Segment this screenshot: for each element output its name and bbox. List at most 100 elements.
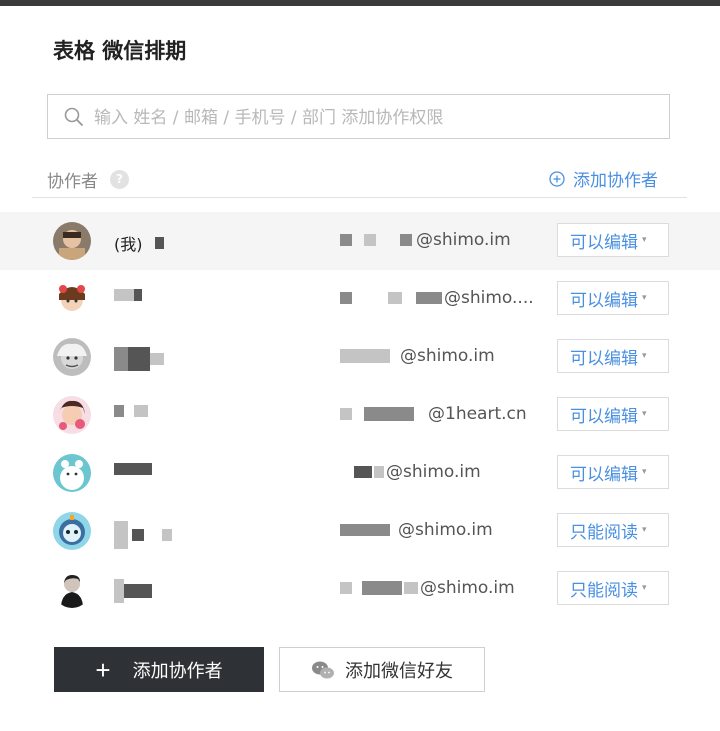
email-domain: @1heart.cn [428, 404, 527, 424]
email-domain: @shimo.im [400, 346, 495, 366]
question-icon[interactable]: ? [110, 170, 129, 189]
caret-down-icon: ▾ [642, 467, 647, 477]
caret-down-icon: ▾ [642, 583, 647, 593]
permission-label: 可以编辑 [570, 232, 638, 253]
redacted-email [416, 292, 442, 304]
collaborators-label: 协作者 [47, 172, 98, 192]
avatar [53, 222, 91, 260]
redacted-email [374, 466, 384, 478]
permission-dropdown[interactable]: 可以编辑 ▾ [557, 281, 669, 315]
redacted-name [114, 347, 128, 371]
email-domain: @shimo.im [416, 230, 511, 250]
redacted-name [134, 405, 148, 417]
redacted-email [340, 582, 352, 594]
divider [32, 197, 687, 198]
collaborator-name [114, 579, 152, 603]
email-domain: @shimo.im [420, 578, 515, 598]
redacted-email [340, 524, 390, 536]
caret-down-icon: ▾ [642, 525, 647, 535]
top-window-strip [0, 0, 720, 6]
collaborator-name [114, 463, 152, 475]
redacted-name [114, 289, 134, 301]
redacted-name [128, 347, 150, 371]
add-collaborator-button-label: 添加协作者 [132, 660, 223, 681]
add-collaborator-button[interactable]: + 添加协作者 [54, 647, 264, 692]
permission-dropdown[interactable]: 可以编辑 ▾ [557, 339, 669, 373]
caret-down-icon: ▾ [642, 235, 647, 245]
search-input[interactable] [92, 95, 656, 140]
plus-icon: + [95, 654, 111, 685]
permission-dropdown[interactable]: 可以编辑 ▾ [557, 397, 669, 431]
collaborator-row: @shimo.im 只能阅读 ▾ [0, 560, 720, 618]
collaborator-email: @shimo.... [340, 288, 534, 308]
collaborator-name: (我) [114, 231, 164, 255]
permission-label: 只能阅读 [570, 580, 638, 601]
permission-dropdown[interactable]: 只能阅读 ▾ [557, 513, 669, 547]
collaborator-row: @shimo.im 只能阅读 ▾ [0, 502, 720, 560]
redacted-name [114, 463, 152, 475]
collaborator-email: @shimo.im [340, 578, 515, 598]
redacted-name [124, 584, 152, 598]
permission-dropdown[interactable]: 可以编辑 ▾ [557, 455, 669, 489]
collaborator-name [114, 347, 164, 371]
redacted-email [340, 234, 352, 246]
caret-down-icon: ▾ [642, 409, 647, 419]
redacted-email [362, 581, 402, 595]
add-collaborator-link-label: 添加协作者 [573, 171, 658, 191]
add-collaborator-link[interactable]: 添加协作者 [549, 166, 658, 191]
avatar [53, 570, 91, 608]
redacted-email [340, 349, 390, 363]
collaborator-email: @shimo.im [340, 462, 481, 482]
redacted-name [150, 353, 164, 365]
collaborator-name [114, 289, 142, 301]
permission-label: 可以编辑 [570, 406, 638, 427]
email-domain: @shimo.... [444, 288, 534, 308]
redacted-name [132, 529, 144, 541]
search-icon [64, 107, 83, 126]
redacted-name [134, 289, 142, 301]
redacted-email [340, 292, 352, 304]
avatar [53, 280, 91, 318]
permission-dropdown[interactable]: 只能阅读 ▾ [557, 571, 669, 605]
collaborator-email: @shimo.im [340, 230, 511, 250]
add-wechat-friend-button[interactable]: 添加微信好友 [279, 647, 485, 692]
permission-label: 可以编辑 [570, 464, 638, 485]
redacted-name [114, 579, 124, 603]
redacted-name [114, 405, 124, 417]
collaborator-row: @shimo.im 可以编辑 ▾ [0, 328, 720, 386]
caret-down-icon: ▾ [642, 293, 647, 303]
collaborator-email: @1heart.cn [340, 404, 527, 424]
avatar [53, 396, 91, 434]
redacted-email [388, 292, 402, 304]
collaborator-row: (我) @shimo.im 可以编辑 ▾ [0, 212, 720, 270]
redacted-email [364, 234, 376, 246]
search-box[interactable] [47, 94, 670, 140]
redacted-email [354, 466, 372, 478]
collaborator-name [114, 521, 172, 549]
collaborator-email: @shimo.im [340, 346, 495, 366]
collaborator-email: @shimo.im [340, 520, 493, 540]
permission-dropdown[interactable]: 可以编辑 ▾ [557, 223, 669, 257]
redacted-name [154, 237, 164, 249]
collaborator-name [114, 405, 148, 417]
permission-label: 只能阅读 [570, 522, 638, 543]
name-text: (我) [114, 235, 143, 254]
collaborator-row: @shimo.... 可以编辑 ▾ [0, 270, 720, 328]
permission-label: 可以编辑 [570, 290, 638, 311]
avatar [53, 512, 91, 550]
permission-label: 可以编辑 [570, 348, 638, 369]
email-domain: @shimo.im [386, 462, 481, 482]
redacted-name [162, 529, 172, 541]
redacted-email [340, 408, 352, 420]
plus-circle-icon [549, 170, 565, 187]
avatar [53, 338, 91, 376]
redacted-email [364, 407, 414, 421]
redacted-name [114, 521, 128, 549]
add-wechat-friend-button-label: 添加微信好友 [345, 660, 453, 681]
collaborator-row: @1heart.cn 可以编辑 ▾ [0, 386, 720, 444]
redacted-email [400, 234, 412, 246]
email-domain: @shimo.im [398, 520, 493, 540]
wechat-icon [312, 661, 334, 678]
avatar [53, 454, 91, 492]
caret-down-icon: ▾ [642, 351, 647, 361]
